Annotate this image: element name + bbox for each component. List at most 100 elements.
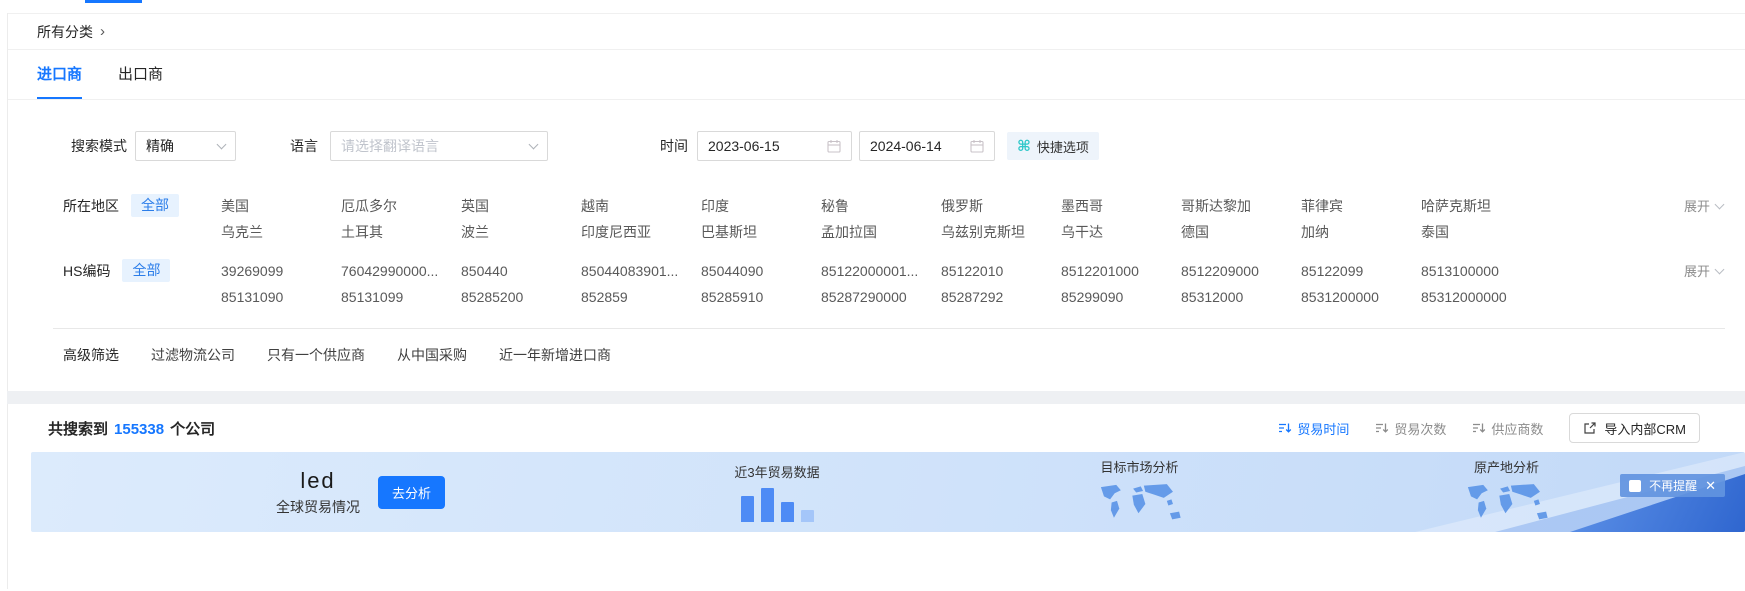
region-option[interactable]: 乌干达 — [1061, 220, 1181, 245]
region-expand-toggle[interactable]: 展开 — [1684, 194, 1723, 219]
region-option[interactable]: 墨西哥 — [1061, 194, 1181, 219]
hs-code-option[interactable]: 85044083901... — [581, 259, 701, 284]
chevron-down-icon — [1715, 265, 1725, 275]
chevron-down-icon — [217, 139, 227, 149]
region-option[interactable]: 印度 — [701, 194, 821, 219]
import-crm-button[interactable]: 导入内部CRM — [1569, 413, 1700, 443]
region-option[interactable]: 哥斯达黎加 — [1181, 194, 1301, 219]
sort-supplier-count[interactable]: 供应商数 — [1472, 419, 1543, 438]
advanced-option-sourced-from-china[interactable]: 从中国采购 — [397, 345, 467, 365]
mini-bar-chart — [722, 486, 832, 522]
sort-controls: 贸易时间 贸易次数 供应商数 — [1278, 413, 1700, 443]
hs-code-all-chip[interactable]: 全部 — [122, 259, 170, 282]
sort-trade-count[interactable]: 贸易次数 — [1375, 419, 1446, 438]
region-option[interactable]: 美国 — [221, 194, 341, 219]
region-option[interactable]: 土耳其 — [341, 220, 461, 245]
advanced-option-single-supplier[interactable]: 只有一个供应商 — [267, 345, 365, 365]
hs-code-option[interactable]: 85312000 — [1181, 285, 1301, 310]
tab-exporters[interactable]: 出口商 — [118, 50, 163, 99]
results-summary: 共搜索到 155338 个公司 — [48, 418, 215, 439]
section-gap — [7, 391, 1745, 404]
region-all-chip[interactable]: 全部 — [131, 194, 179, 217]
region-option[interactable]: 加纳 — [1301, 220, 1421, 245]
region-option[interactable]: 印度尼西亚 — [581, 220, 701, 245]
hs-code-option[interactable]: 8513100000 — [1421, 259, 1684, 284]
mini-bar — [761, 488, 774, 522]
dont-remind-checkbox[interactable] — [1629, 480, 1641, 492]
region-option[interactable]: 菲律宾 — [1301, 194, 1421, 219]
hs-code-option[interactable]: 85285910 — [701, 285, 821, 310]
hs-code-option[interactable]: 85131090 — [221, 285, 341, 310]
command-icon: ⌘ — [1017, 139, 1031, 154]
hs-code-option[interactable]: 85285200 — [461, 285, 581, 310]
hs-code-option[interactable]: 39269099 — [221, 259, 341, 284]
hs-code-option[interactable]: 85312000000 — [1421, 285, 1684, 310]
language-label: 语言 — [290, 136, 318, 156]
banner-section-origin: 原产地分析 — [1449, 457, 1564, 527]
advanced-option-new-importers[interactable]: 近一年新增进口商 — [499, 345, 611, 365]
region-option[interactable]: 英国 — [461, 194, 581, 219]
dont-remind-label: 不再提醒 — [1649, 477, 1697, 494]
region-option[interactable]: 巴基斯坦 — [701, 220, 821, 245]
world-map-graphic — [1451, 481, 1563, 527]
hs-code-option[interactable]: 85044090 — [701, 259, 821, 284]
chevron-down-icon — [529, 139, 539, 149]
hs-code-option[interactable]: 850440 — [461, 259, 581, 284]
top-strip — [0, 0, 1745, 13]
region-option[interactable]: 哈萨克斯坦 — [1421, 194, 1684, 219]
region-option[interactable]: 孟加拉国 — [821, 220, 941, 245]
tab-importers[interactable]: 进口商 — [37, 50, 82, 99]
region-option[interactable]: 德国 — [1181, 220, 1301, 245]
chevron-down-icon — [1715, 200, 1725, 210]
region-option[interactable]: 越南 — [581, 194, 701, 219]
start-date-input[interactable]: 2023-06-15 — [697, 131, 852, 161]
end-date-input[interactable]: 2024-06-14 — [859, 131, 995, 161]
region-option[interactable]: 泰国 — [1421, 220, 1684, 245]
export-icon — [1583, 421, 1597, 435]
region-label: 所在地区 — [63, 194, 119, 219]
hs-code-option[interactable]: 76042990000... — [341, 259, 461, 284]
breadcrumb-label[interactable]: 所有分类 — [37, 22, 93, 42]
banner-section-trade-3y: 近3年贸易数据 — [722, 462, 832, 522]
advanced-option-filter-logistics[interactable]: 过滤物流公司 — [151, 345, 235, 365]
search-mode-select[interactable]: 精确 — [135, 131, 236, 161]
region-option[interactable]: 厄瓜多尔 — [341, 194, 461, 219]
analyze-button[interactable]: 去分析 — [378, 476, 445, 509]
region-option[interactable]: 波兰 — [461, 220, 581, 245]
dismiss-banner-control: 不再提醒 ✕ — [1620, 474, 1725, 497]
close-icon[interactable]: ✕ — [1705, 479, 1716, 492]
quick-options-button[interactable]: ⌘ 快捷选项 — [1007, 132, 1099, 160]
region-option[interactable]: 乌克兰 — [221, 220, 341, 245]
hs-code-option[interactable]: 85287290000 — [821, 285, 941, 310]
hs-code-option[interactable]: 85299090 — [1061, 285, 1181, 310]
hs-code-option[interactable]: 85122010 — [941, 259, 1061, 284]
region-options-grid: 美国 厄瓜多尔 英国 越南 印度 秘鲁 俄罗斯 墨西哥 哥斯达黎加 菲律宾 哈萨… — [221, 194, 1684, 245]
top-tab-underline — [85, 0, 142, 3]
time-label: 时间 — [660, 136, 688, 156]
hs-code-option[interactable]: 8512201000 — [1061, 259, 1181, 284]
banner-keyword: led — [276, 468, 360, 494]
hs-code-option[interactable]: 8512209000 — [1181, 259, 1301, 284]
divider — [53, 328, 1725, 329]
region-option[interactable]: 秘鲁 — [821, 194, 941, 219]
hs-code-option[interactable]: 85131099 — [341, 285, 461, 310]
hs-code-options-grid: 39269099 76042990000... 850440 850440839… — [221, 259, 1684, 310]
region-expand-label: 展开 — [1684, 194, 1710, 219]
hs-code-option[interactable]: 85122099 — [1301, 259, 1421, 284]
hs-code-option[interactable]: 85122000001... — [821, 259, 941, 284]
sort-trade-time-label: 贸易时间 — [1297, 419, 1349, 438]
region-option[interactable]: 乌兹别克斯坦 — [941, 220, 1061, 245]
hs-code-option[interactable]: 85287292 — [941, 285, 1061, 310]
mini-bar — [741, 496, 754, 522]
hs-code-option[interactable]: 852859 — [581, 285, 701, 310]
hs-code-expand-toggle[interactable]: 展开 — [1684, 259, 1723, 284]
region-option[interactable]: 俄罗斯 — [941, 194, 1061, 219]
language-select[interactable]: 请选择翻译语言 — [330, 131, 548, 161]
banner-section-trade-3y-title: 近3年贸易数据 — [722, 462, 832, 481]
results-summary-suffix: 个公司 — [170, 418, 215, 439]
results-section: 共搜索到 155338 个公司 贸易时间 贸易次数 — [7, 404, 1745, 589]
sort-trade-time[interactable]: 贸易时间 — [1278, 419, 1349, 438]
language-placeholder: 请选择翻译语言 — [341, 136, 439, 156]
breadcrumb[interactable]: 所有分类 › — [8, 13, 1745, 50]
hs-code-option[interactable]: 8531200000 — [1301, 285, 1421, 310]
